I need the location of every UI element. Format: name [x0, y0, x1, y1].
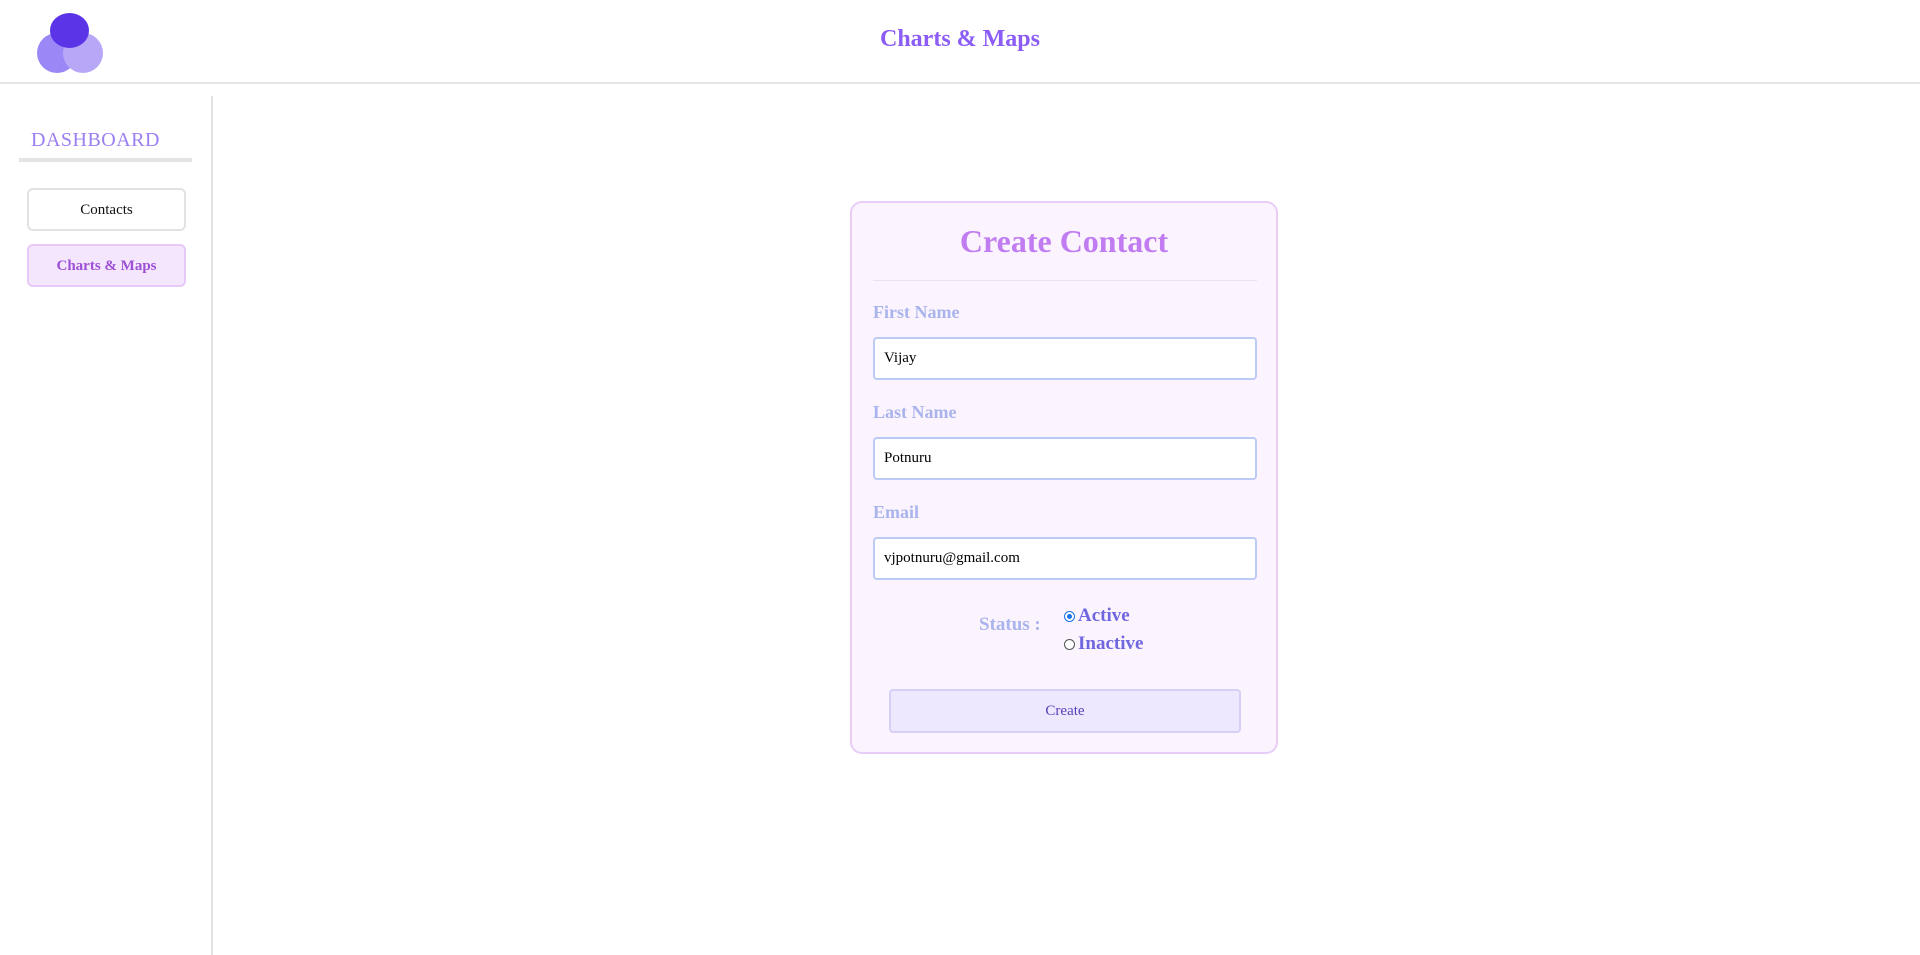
sidebar-item-charts-maps[interactable]: Charts & Maps	[27, 244, 186, 287]
sidebar-item-contacts[interactable]: Contacts	[27, 188, 186, 231]
sidebar: DASHBOARD Contacts Charts & Maps	[0, 96, 213, 955]
first-name-label: First Name	[873, 302, 960, 322]
radio-active[interactable]	[1064, 610, 1075, 622]
page-title: Charts & Maps	[880, 26, 1040, 52]
status-option-inactive[interactable]: Inactive	[1064, 633, 1143, 655]
email-label: Email	[873, 502, 920, 522]
sidebar-title: DASHBOARD	[19, 129, 192, 162]
create-button[interactable]: Create	[889, 689, 1241, 733]
first-name-input[interactable]	[873, 337, 1257, 380]
email-input[interactable]	[873, 537, 1257, 580]
form-divider	[873, 280, 1257, 281]
status-label: Status :	[979, 614, 1041, 635]
create-contact-form: Create Contact First Name Last Name Emai…	[850, 201, 1278, 754]
top-header: Charts & Maps	[0, 0, 1920, 84]
last-name-label: Last Name	[873, 402, 957, 422]
status-active-label: Active	[1078, 605, 1130, 626]
form-title: Create Contact	[959, 223, 1169, 259]
status-option-active[interactable]: Active	[1064, 605, 1130, 627]
radio-inactive[interactable]	[1064, 638, 1075, 650]
last-name-input[interactable]	[873, 437, 1257, 480]
status-inactive-label: Inactive	[1078, 633, 1144, 654]
